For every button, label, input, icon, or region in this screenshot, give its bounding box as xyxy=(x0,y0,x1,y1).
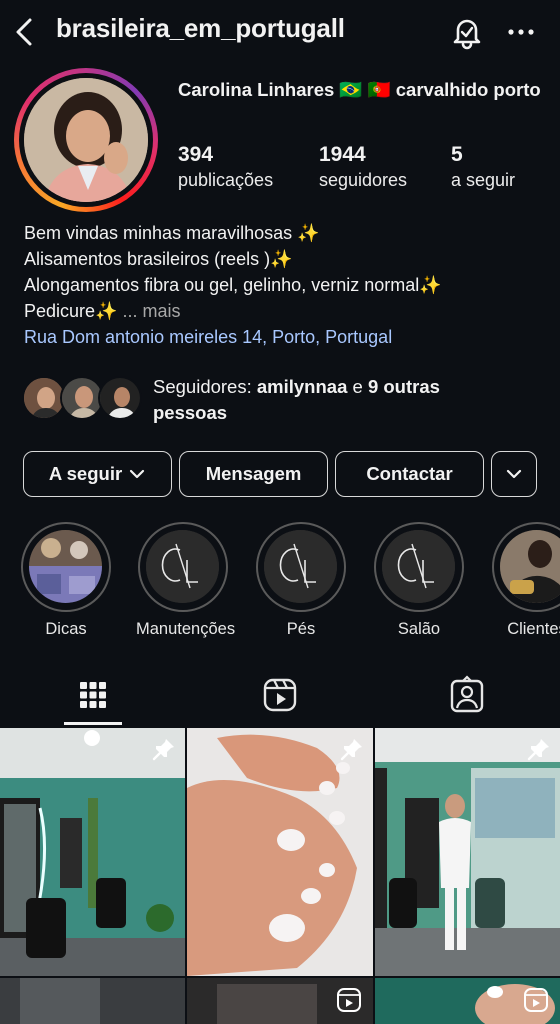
profile-display-name: Carolina Linhares 🇧🇷 🇵🇹 carvalhido porto xyxy=(178,79,541,100)
following-button[interactable]: A seguir xyxy=(23,451,172,497)
highlight-cover xyxy=(500,530,560,603)
stat-followers[interactable]: 1944 seguidores xyxy=(319,142,407,192)
stat-following[interactable]: 5 a seguir xyxy=(451,142,515,192)
stat-posts-label: publicações xyxy=(178,170,274,190)
suggested-accounts-button[interactable] xyxy=(491,451,537,497)
tagged-icon xyxy=(450,675,484,713)
tab-reels[interactable] xyxy=(250,668,310,724)
message-button-label: Mensagem xyxy=(205,463,302,484)
reels-icon xyxy=(263,678,297,712)
grid-post[interactable] xyxy=(375,728,560,976)
bio-line: Alongamentos fibra ou gel, gelinho, vern… xyxy=(24,275,442,295)
highlight-manutencoes[interactable]: Manutenções xyxy=(136,522,236,639)
cl-logo-icon xyxy=(146,530,219,603)
grid-icon xyxy=(80,682,106,708)
profile-avatar-story-ring[interactable] xyxy=(14,68,158,212)
stat-posts-count: 394 xyxy=(178,143,214,166)
chevron-left-icon xyxy=(16,18,32,46)
highlight-cover xyxy=(146,530,219,603)
avatar xyxy=(98,376,142,420)
stat-followers-label: seguidores xyxy=(319,170,408,190)
mutual-follower-name[interactable]: amilynnaa xyxy=(257,376,348,397)
profile-username: brasileira_em_portugall xyxy=(56,13,345,43)
highlight-dicas[interactable]: Dicas xyxy=(19,522,113,639)
grid-post[interactable] xyxy=(0,728,185,976)
bio-line: Pedicure✨ ... mais xyxy=(24,298,544,324)
highlight-cover xyxy=(382,530,455,603)
stat-followers-count: 1944 xyxy=(319,143,366,166)
highlight-label: Dicas xyxy=(45,620,87,638)
chevron-down-icon xyxy=(130,469,145,479)
highlight-label: Manutenções xyxy=(136,620,236,638)
tab-tagged[interactable] xyxy=(437,668,497,724)
mutual-followers[interactable]: Seguidores: amilynnaa e 9 outras pessoas xyxy=(22,372,542,428)
contact-button[interactable]: Contactar xyxy=(335,451,484,497)
highlight-salao[interactable]: Salão xyxy=(372,522,466,639)
chevron-down-icon xyxy=(506,469,522,479)
profile-bio: Bem vindas minhas maravilhosas ✨ Alisame… xyxy=(24,220,544,350)
notifications-button[interactable] xyxy=(450,14,484,50)
location-link[interactable]: Rua Dom antonio meireles 14, Porto, Port… xyxy=(24,324,544,350)
pin-icon xyxy=(527,739,549,761)
pin-icon xyxy=(152,739,174,761)
bio-line: Alisamentos brasileiros (reels )✨ xyxy=(24,249,293,269)
post-image xyxy=(0,728,185,976)
tab-posts-grid[interactable] xyxy=(63,668,123,724)
post-image xyxy=(375,728,560,976)
grid-post[interactable] xyxy=(187,728,373,976)
message-button[interactable]: Mensagem xyxy=(179,451,328,497)
highlight-cover xyxy=(264,530,337,603)
grid-post[interactable] xyxy=(0,978,185,1024)
avatar-photo xyxy=(24,78,148,202)
stat-following-count: 5 xyxy=(451,143,463,166)
grid-post[interactable] xyxy=(187,978,373,1024)
more-horizontal-icon xyxy=(508,29,534,35)
mutual-followers-prefix: Seguidores: xyxy=(153,376,257,397)
cl-logo-icon xyxy=(382,530,455,603)
highlight-pes[interactable]: Pés xyxy=(254,522,348,639)
following-button-label: A seguir xyxy=(48,463,123,484)
bio-line: Bem vindas minhas maravilhosas ✨ xyxy=(24,223,320,243)
highlight-cover xyxy=(29,530,102,603)
grid-post[interactable] xyxy=(375,978,560,1024)
profile-tabs xyxy=(0,668,560,726)
posts-grid xyxy=(0,728,560,1024)
cl-logo-icon xyxy=(264,530,337,603)
pin-icon xyxy=(340,739,362,761)
top-bar: brasileira_em_portugall xyxy=(0,0,560,64)
post-image xyxy=(0,978,185,1024)
stat-posts[interactable]: 394 publicações xyxy=(178,142,273,192)
stat-following-label: a seguir xyxy=(451,170,516,190)
reels-icon xyxy=(337,988,361,1012)
highlight-label: Salão xyxy=(397,620,441,638)
highlight-label: Clientes xyxy=(507,620,560,638)
post-image xyxy=(187,728,373,976)
bell-icon xyxy=(453,19,481,50)
bio-more-link[interactable]: ... mais xyxy=(122,301,180,321)
bio-line-text: Pedicure✨ xyxy=(24,301,118,321)
back-button[interactable] xyxy=(10,14,42,50)
highlight-label: Pés xyxy=(286,620,316,638)
reels-icon xyxy=(524,988,548,1012)
mutual-followers-text: Seguidores: amilynnaa e 9 outras pessoas xyxy=(153,374,513,426)
mutual-followers-join: e xyxy=(347,376,368,397)
more-options-button[interactable] xyxy=(504,14,538,50)
contact-button-label: Contactar xyxy=(366,463,453,484)
active-tab-indicator xyxy=(64,722,122,725)
avatar xyxy=(24,78,148,202)
highlight-clientes[interactable]: Clientes xyxy=(490,522,560,639)
